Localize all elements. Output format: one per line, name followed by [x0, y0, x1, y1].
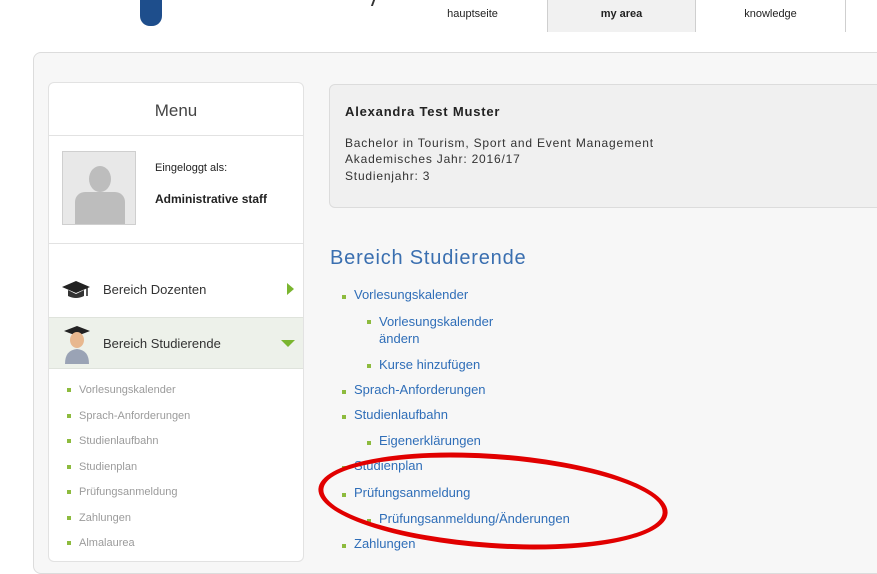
graduation-cap-icon — [62, 281, 90, 298]
tab-knowledge[interactable]: knowledge — [696, 0, 846, 32]
bullet-icon — [342, 493, 346, 497]
bullet-icon — [342, 295, 346, 299]
bullet-icon — [342, 390, 346, 394]
top-tabs: hauptseite my area knowledge — [398, 0, 846, 32]
sidebar-item-bereich-dozenten[interactable]: Bereich Dozenten — [49, 263, 303, 315]
link-studienplan[interactable]: Studienplan — [354, 458, 423, 473]
avatar-head — [89, 166, 111, 192]
brand-logo-mark — [370, 0, 382, 6]
study-year: Studienjahr: 3 — [345, 169, 431, 183]
student-avatar-icon — [64, 326, 90, 364]
link-studienlaufbahn[interactable]: Studienlaufbahn — [354, 407, 448, 422]
academic-year: Akademisches Jahr: 2016/17 — [345, 152, 521, 166]
chevron-down-icon — [281, 339, 295, 347]
bullet-icon — [342, 544, 346, 548]
link-sprach-anforderungen[interactable]: Sprach-Anforderungen — [354, 382, 486, 397]
link-pruefungsanmeldung-aenderungen[interactable]: Prüfungsanmeldung/Änderungen — [379, 511, 570, 526]
bullet-icon — [342, 466, 346, 470]
chevron-right-icon — [287, 283, 294, 295]
student-name: Alexandra Test Muster — [345, 104, 501, 119]
link-eigenerklaerungen[interactable]: Eigenerklärungen — [379, 433, 481, 448]
bullet-icon — [342, 415, 346, 419]
sidebar-subitem-vorlesungskalender[interactable]: Vorlesungskalender — [67, 383, 190, 409]
tab-hauptseite[interactable]: hauptseite — [398, 0, 548, 32]
logged-in-label: Eingeloggt als: — [155, 162, 228, 174]
avatar — [62, 151, 136, 225]
link-vorlesungskalender-aendern[interactable]: Vorlesungskalender ändern — [379, 313, 529, 347]
sidebar-menu: Menu Eingeloggt als: Administrative staf… — [48, 82, 304, 562]
bullet-icon — [367, 441, 371, 445]
sidebar-sub-list: Vorlesungskalender Sprach-Anforderungen … — [67, 383, 190, 562]
brand-logo-fragment — [140, 0, 162, 26]
sidebar-subitem-sprach-anforderungen[interactable]: Sprach-Anforderungen — [67, 409, 190, 435]
divider — [49, 135, 303, 136]
bullet-icon — [367, 364, 371, 368]
link-pruefungsanmeldung[interactable]: Prüfungsanmeldung — [354, 485, 470, 500]
avatar-body — [75, 192, 125, 224]
student-info-box: Alexandra Test Muster Bachelor in Touris… — [329, 84, 877, 208]
logged-in-role: Administrative staff — [155, 192, 268, 206]
sidebar-subitem-almalaurea[interactable]: Almalaurea — [67, 536, 190, 562]
link-kurse-hinzufuegen[interactable]: Kurse hinzufügen — [379, 357, 480, 372]
sidebar-item-bereich-studierende[interactable]: Bereich Studierende — [49, 317, 303, 369]
bullet-icon — [367, 320, 371, 324]
sidebar-subitem-zahlungen[interactable]: Zahlungen — [67, 511, 190, 537]
bullet-icon — [367, 519, 371, 523]
student-program: Bachelor in Tourism, Sport and Event Man… — [345, 136, 654, 150]
section-title: Bereich Studierende — [330, 247, 527, 269]
sidebar-subitem-studienplan[interactable]: Studienplan — [67, 460, 190, 486]
sidebar-subitem-studienlaufbahn[interactable]: Studienlaufbahn — [67, 434, 190, 460]
link-zahlungen[interactable]: Zahlungen — [354, 536, 415, 551]
divider — [49, 243, 303, 244]
tab-my-area[interactable]: my area — [548, 0, 696, 32]
sidebar-item-label: Bereich Dozenten — [103, 281, 207, 297]
sidebar-item-label: Bereich Studierende — [103, 335, 221, 351]
menu-title: Menu — [154, 101, 198, 120]
link-vorlesungskalender[interactable]: Vorlesungskalender — [354, 287, 468, 302]
sidebar-subitem-pruefungsanmeldung[interactable]: Prüfungsanmeldung — [67, 485, 190, 511]
